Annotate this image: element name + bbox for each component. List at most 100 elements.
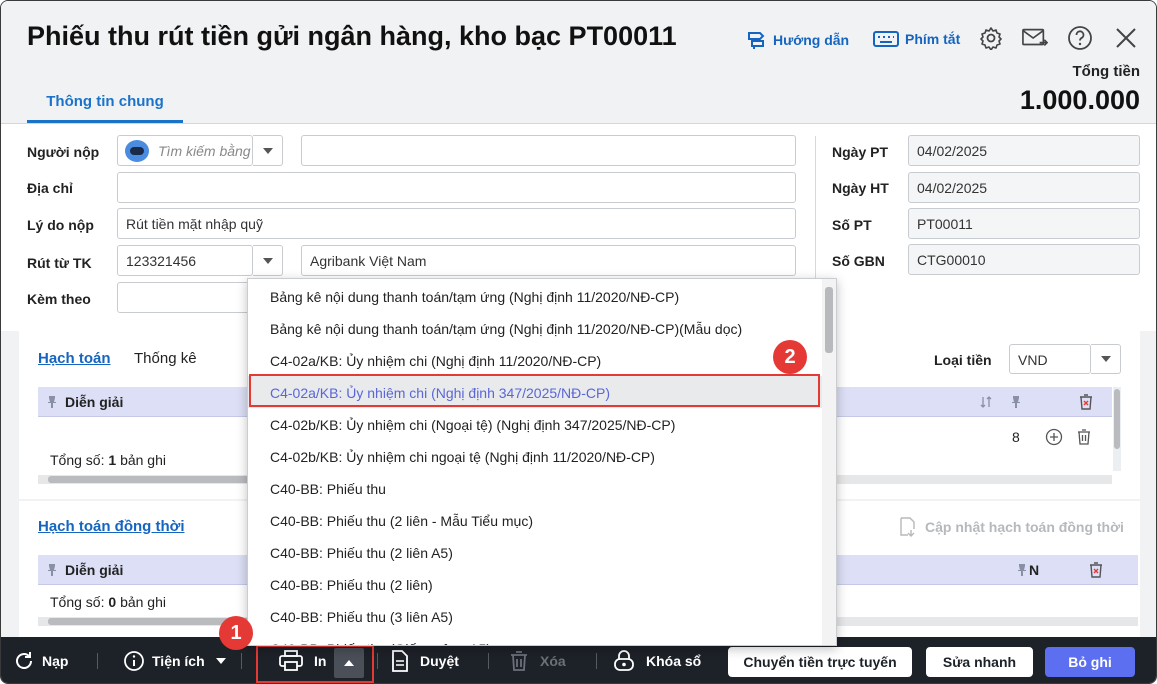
pin-icon <box>1012 396 1020 408</box>
step-badge-1: 1 <box>219 616 253 650</box>
trash-icon <box>511 651 527 671</box>
row-value-cell[interactable]: 8 <box>1012 429 1020 445</box>
account-dropdown-button[interactable] <box>253 245 283 276</box>
shortcut-label: Phím tắt <box>905 31 961 47</box>
print-menu-scrollbar[interactable] <box>822 279 836 645</box>
lock-icon <box>614 650 634 671</box>
guide-link[interactable]: Hướng dẫn <box>745 29 849 51</box>
col-description[interactable]: Diễn giải <box>65 562 123 578</box>
print-menu-item[interactable]: C40-BB: Phiếu thu (2 liên - Mẫu Tiểu mục… <box>248 504 822 536</box>
signpost-icon <box>748 32 765 49</box>
tab-accounting[interactable]: Hạch toán <box>38 350 111 367</box>
accounting-record-count: Tổng số: 1 bản ghi <box>50 452 166 468</box>
count-value: 0 <box>108 594 117 610</box>
address-input[interactable] <box>117 172 796 203</box>
print-menu-item[interactable]: C40-BB: Phiếu thu <box>248 472 822 504</box>
so-pt-label: Số PT <box>832 217 872 233</box>
toolbar-separator <box>488 653 489 669</box>
info-icon <box>124 651 144 671</box>
skip-button[interactable]: Bỏ ghi <box>1045 647 1135 677</box>
update-concurrent-label: Cập nhật hạch toán đồng thời <box>925 519 1124 535</box>
selected-template-highlight <box>249 374 820 407</box>
grid-vertical-scrollbar[interactable] <box>1113 387 1121 471</box>
payer-label: Người nộp <box>27 144 100 160</box>
print-menu-item[interactable]: C4-02b/KB: Ủy nhiệm chi (Ngoại tệ) (Nghị… <box>248 408 822 440</box>
assistant-bot-icon <box>125 140 149 162</box>
pin-icon <box>48 396 56 408</box>
so-pt-input[interactable]: PT00011 <box>908 208 1140 239</box>
col-description[interactable]: Diễn giải <box>65 394 123 410</box>
concurrent-record-count: Tổng số: 0 bản ghi <box>50 594 166 610</box>
voucher-window: Phiếu thu rút tiền gửi ngân hàng, kho bạ… <box>0 0 1157 684</box>
count-value: 1 <box>108 452 117 468</box>
approve-label: Duyệt <box>420 653 459 669</box>
close-icon <box>1116 28 1136 48</box>
address-label: Địa chỉ <box>27 180 73 196</box>
pin-icon <box>1018 564 1026 576</box>
reason-label: Lý do nộp <box>27 217 94 233</box>
delete-label: Xóa <box>540 653 566 669</box>
count-prefix: Tổng số: <box>50 452 105 468</box>
total-value: 1.000.000 <box>1019 85 1140 115</box>
count-prefix: Tổng số: <box>50 594 105 610</box>
online-transfer-button[interactable]: Chuyển tiền trực tuyến <box>728 647 912 677</box>
payer-name-input[interactable] <box>301 135 796 166</box>
email-button[interactable] <box>1022 25 1048 51</box>
delete-row-icon[interactable] <box>1076 428 1092 446</box>
tab-general-info[interactable]: Thông tin chung <box>27 91 183 123</box>
close-button[interactable] <box>1113 25 1139 51</box>
quick-edit-button[interactable]: Sửa nhanh <box>926 647 1033 677</box>
payer-search-placeholder: Tìm kiếm bằng <box>158 143 251 159</box>
reload-button[interactable]: Nạp <box>13 637 68 683</box>
utilities-button[interactable]: Tiện ích <box>123 637 226 683</box>
pin-icon <box>48 564 56 576</box>
so-gbn-input[interactable]: CTG00010 <box>908 244 1140 275</box>
settings-button[interactable] <box>978 25 1004 51</box>
caret-down-icon <box>215 658 226 664</box>
bank-name-input[interactable]: Agribank Việt Nam <box>301 245 796 276</box>
date-pt-input[interactable]: 04/02/2025 <box>908 135 1140 166</box>
payer-dropdown-button[interactable] <box>253 135 283 166</box>
help-button[interactable] <box>1067 25 1093 51</box>
date-ht-input[interactable]: 04/02/2025 <box>908 172 1140 203</box>
chevron-down-icon <box>262 147 273 154</box>
update-concurrent-button[interactable]: Cập nhật hạch toán đồng thời <box>899 517 1124 537</box>
print-menu-item[interactable]: C40-BB: Phiếu thu (Giấy cuộn - A5) <box>248 632 822 645</box>
attach-label: Kèm theo <box>27 291 91 307</box>
account-input[interactable]: 123321456 <box>117 245 253 276</box>
document-refresh-icon <box>900 517 915 537</box>
chevron-down-icon <box>1100 356 1111 362</box>
concurrent-accounting-title[interactable]: Hạch toán đồng thời <box>38 518 184 535</box>
count-suffix: bản ghi <box>120 452 166 468</box>
toolbar-separator <box>97 653 98 669</box>
date-pt-label: Ngày PT <box>832 144 889 160</box>
print-menu-item[interactable]: Bảng kê nội dung thanh toán/tạm ứng (Ngh… <box>248 280 822 312</box>
delete-all-icon[interactable] <box>1088 561 1104 579</box>
total-label: Tổng tiền <box>1072 63 1141 80</box>
date-ht-label: Ngày HT <box>832 180 889 196</box>
col-extra[interactable]: N <box>1029 562 1039 578</box>
reason-input[interactable]: Rút tiền mặt nhập quỹ <box>117 208 796 239</box>
guide-label: Hướng dẫn <box>773 32 850 48</box>
attach-input[interactable] <box>117 282 252 313</box>
page-title: Phiếu thu rút tiền gửi ngân hàng, kho bạ… <box>27 21 677 51</box>
chevron-down-icon <box>262 257 273 264</box>
print-menu-item[interactable]: Bảng kê nội dung thanh toán/tạm ứng (Ngh… <box>248 312 822 344</box>
add-row-icon[interactable] <box>1045 428 1063 446</box>
print-menu-item[interactable]: C4-02b/KB: Ủy nhiệm chi ngoại tệ (Nghị đ… <box>248 440 822 472</box>
delete-all-icon[interactable] <box>1078 393 1094 411</box>
account-label: Rút từ TK <box>27 255 92 271</box>
sort-icon[interactable] <box>980 395 992 409</box>
print-menu-item[interactable]: C4-02a/KB: Ủy nhiệm chi (Nghị định 11/20… <box>248 344 822 376</box>
shortcut-link[interactable]: Phím tắt <box>873 29 960 49</box>
toolbar-separator <box>596 653 597 669</box>
tab-statistics[interactable]: Thống kê <box>134 350 197 367</box>
currency-dropdown-button[interactable] <box>1091 344 1121 374</box>
print-menu-item[interactable]: C40-BB: Phiếu thu (2 liên A5) <box>248 536 822 568</box>
print-menu-item[interactable]: C40-BB: Phiếu thu (2 liên) <box>248 568 822 600</box>
print-menu-item[interactable]: C40-BB: Phiếu thu (3 liên A5) <box>248 600 822 632</box>
currency-label: Loại tiền <box>934 352 992 368</box>
keyboard-icon <box>873 31 899 47</box>
currency-select[interactable]: VND <box>1009 344 1091 374</box>
header: Phiếu thu rút tiền gửi ngân hàng, kho bạ… <box>1 1 1156 123</box>
